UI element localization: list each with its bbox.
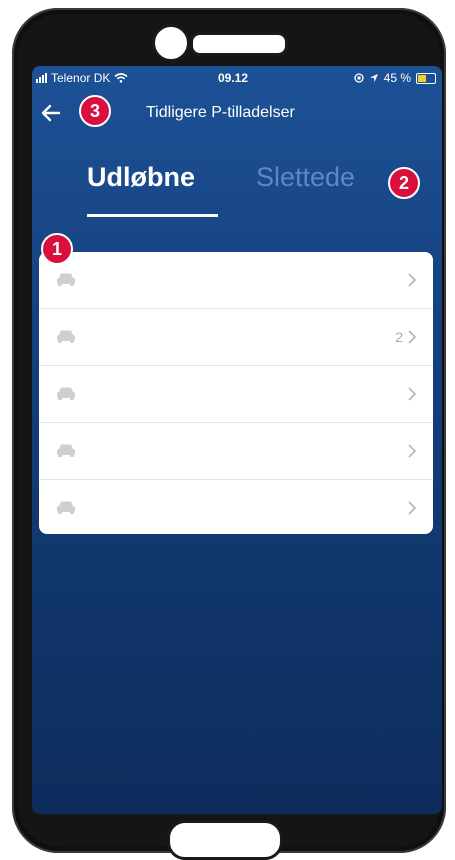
chevron-right-icon xyxy=(408,501,417,515)
car-icon xyxy=(57,273,75,286)
row-count: 2 xyxy=(395,329,403,345)
orientation-lock-icon xyxy=(353,73,364,83)
chevron-right-icon xyxy=(408,387,417,401)
status-right: 45 % xyxy=(353,71,436,85)
permit-list: 2 xyxy=(39,252,433,534)
wifi-icon xyxy=(114,73,128,83)
callout-badge-1: 1 xyxy=(41,233,73,265)
chevron-right-icon xyxy=(408,273,417,287)
carrier-name: Telenor DK xyxy=(51,71,111,85)
list-item[interactable]: 2 xyxy=(39,309,433,366)
list-item[interactable] xyxy=(39,480,433,534)
car-icon xyxy=(57,501,75,514)
tab-bar: Udløbne Slettede xyxy=(32,162,442,222)
car-icon xyxy=(57,387,75,400)
list-item[interactable] xyxy=(39,366,433,423)
speaker xyxy=(190,32,288,56)
page-title: Tidligere P-tilladelser xyxy=(146,104,295,121)
callout-badge-2: 2 xyxy=(388,167,420,199)
front-camera xyxy=(152,24,190,62)
status-left: Telenor DK xyxy=(36,71,128,85)
location-icon xyxy=(369,74,378,82)
tab-deleted[interactable]: Slettede xyxy=(256,162,355,193)
list-item[interactable] xyxy=(39,423,433,480)
list-item[interactable] xyxy=(39,252,433,309)
status-time: 09.12 xyxy=(218,71,249,85)
home-button xyxy=(167,820,283,860)
callout-badge-3: 3 xyxy=(79,95,111,127)
status-bar: Telenor DK 09.12 45 % xyxy=(32,66,442,90)
battery-percent: 45 % xyxy=(383,71,411,85)
car-icon xyxy=(57,444,75,457)
tab-expired[interactable]: Udløbne xyxy=(87,162,195,193)
signal-icon xyxy=(36,73,47,83)
app-screen: Telenor DK 09.12 45 % Tidligere P-tillad… xyxy=(32,66,442,814)
chevron-right-icon xyxy=(408,444,417,458)
battery-icon xyxy=(416,72,436,84)
arrow-left-icon[interactable] xyxy=(38,100,64,126)
car-icon xyxy=(57,330,75,343)
chevron-right-icon xyxy=(408,330,417,344)
active-tab-indicator xyxy=(87,214,218,217)
